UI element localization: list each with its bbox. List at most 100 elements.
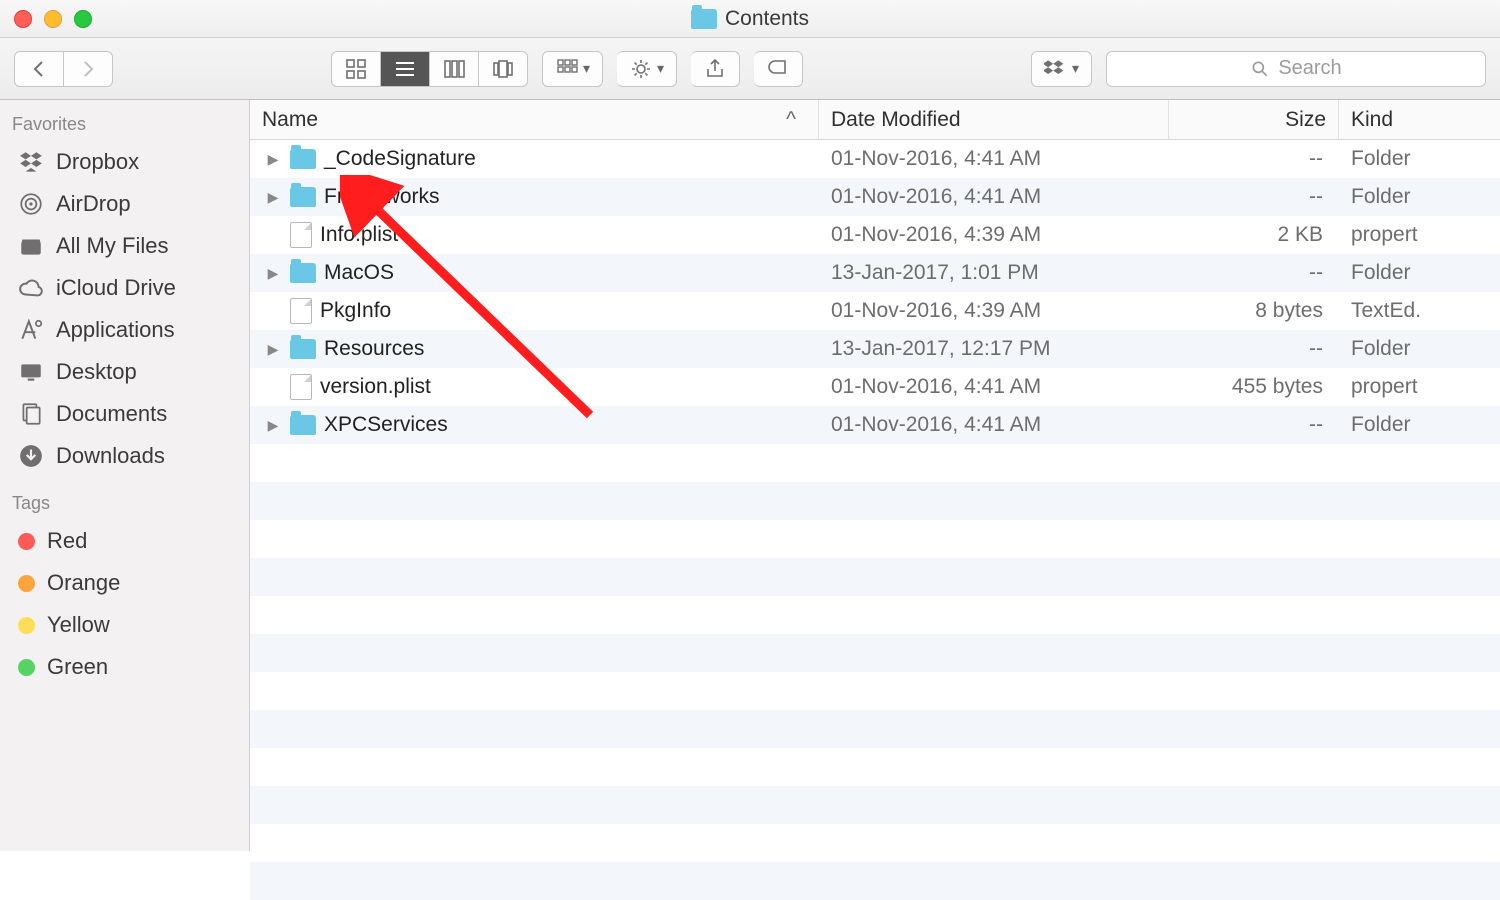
coverflow-view-button[interactable] <box>479 51 528 87</box>
close-window-button[interactable] <box>14 10 32 28</box>
disclosure-triangle-icon[interactable]: ▶ <box>264 151 282 168</box>
file-row[interactable]: version.plist01-Nov-2016, 4:41 AM455 byt… <box>250 368 1500 406</box>
empty-row <box>250 520 1500 558</box>
file-row[interactable]: ▶Resources13-Jan-2017, 12:17 PM--Folder <box>250 330 1500 368</box>
cell-kind: Folder <box>1339 413 1500 437</box>
tag-dot-icon <box>18 575 35 592</box>
cell-size: -- <box>1169 261 1339 285</box>
cell-size: -- <box>1169 185 1339 209</box>
toolbar: Search <box>0 38 1500 100</box>
file-icon <box>290 298 312 324</box>
column-header-name[interactable]: Name ^ <box>250 100 819 139</box>
tag-label: Yellow <box>47 612 110 638</box>
sidebar-item-documents[interactable]: Documents <box>0 393 249 435</box>
window-title: Contents <box>691 7 809 31</box>
tag-label: Red <box>47 528 87 554</box>
cell-name: Info.plist <box>250 222 819 248</box>
cell-size: -- <box>1169 413 1339 437</box>
folder-icon <box>290 187 316 207</box>
sidebar-item-label: Applications <box>56 317 175 343</box>
documents-icon <box>18 401 44 427</box>
list-view-button[interactable] <box>381 51 430 87</box>
search-field[interactable]: Search <box>1106 51 1486 87</box>
dropbox-toolbar-button[interactable] <box>1031 51 1092 87</box>
downloads-icon <box>18 443 44 469</box>
back-button[interactable] <box>14 51 64 87</box>
forward-button[interactable] <box>64 51 113 87</box>
tags-button[interactable] <box>754 51 803 87</box>
file-row[interactable]: Info.plist01-Nov-2016, 4:39 AM2 KBproper… <box>250 216 1500 254</box>
cell-size: 455 bytes <box>1169 375 1339 399</box>
tag-label: Green <box>47 654 108 680</box>
folder-icon <box>290 263 316 283</box>
cell-kind: propert <box>1339 375 1500 399</box>
sidebar-item-desktop[interactable]: Desktop <box>0 351 249 393</box>
maximize-window-button[interactable] <box>74 10 92 28</box>
file-row[interactable]: ▶_CodeSignature01-Nov-2016, 4:41 AM--Fol… <box>250 140 1500 178</box>
action-button[interactable] <box>617 51 677 87</box>
empty-row <box>250 786 1500 824</box>
cell-date: 01-Nov-2016, 4:39 AM <box>819 223 1169 247</box>
sidebar-item-applications[interactable]: Applications <box>0 309 249 351</box>
cell-name: ▶ XPCServices <box>250 413 819 437</box>
cell-name: ▶ _CodeSignature <box>250 147 819 171</box>
folder-icon <box>290 339 316 359</box>
sidebar-tag-red[interactable]: Red <box>0 520 249 562</box>
cell-kind: Folder <box>1339 147 1500 171</box>
sidebar-tag-yellow[interactable]: Yellow <box>0 604 249 646</box>
column-header-date[interactable]: Date Modified <box>819 100 1169 139</box>
window-title-text: Contents <box>725 7 809 31</box>
icon-view-button[interactable] <box>331 51 381 87</box>
tag-dot-icon <box>18 659 35 676</box>
sidebar-item-label: Downloads <box>56 443 165 469</box>
minimize-window-button[interactable] <box>44 10 62 28</box>
file-name: PkgInfo <box>320 299 391 323</box>
empty-row <box>250 824 1500 862</box>
file-row[interactable]: ▶Frameworks01-Nov-2016, 4:41 AM--Folder <box>250 178 1500 216</box>
file-icon <box>290 222 312 248</box>
cell-date: 01-Nov-2016, 4:41 AM <box>819 413 1169 437</box>
file-row[interactable]: PkgInfo01-Nov-2016, 4:39 AM8 bytesTextEd… <box>250 292 1500 330</box>
main-content: Favorites Dropbox AirDrop All My Files i… <box>0 100 1500 851</box>
sidebar-tag-green[interactable]: Green <box>0 646 249 688</box>
sidebar-item-all-my-files[interactable]: All My Files <box>0 225 249 267</box>
all-my-files-icon <box>18 233 44 259</box>
cell-name: ▶ Resources <box>250 337 819 361</box>
cell-date: 01-Nov-2016, 4:39 AM <box>819 299 1169 323</box>
applications-icon <box>18 317 44 343</box>
cell-size: 8 bytes <box>1169 299 1339 323</box>
disclosure-triangle-icon[interactable]: ▶ <box>264 341 282 358</box>
disclosure-triangle-icon[interactable]: ▶ <box>264 265 282 282</box>
sidebar-item-label: Dropbox <box>56 149 139 175</box>
arrange-button[interactable] <box>542 51 603 87</box>
file-row[interactable]: ▶MacOS13-Jan-2017, 1:01 PM--Folder <box>250 254 1500 292</box>
column-header-size[interactable]: Size <box>1169 100 1339 139</box>
sidebar-item-label: All My Files <box>56 233 168 259</box>
column-view-button[interactable] <box>430 51 479 87</box>
file-row[interactable]: ▶ XPCServices 01-Nov-2016, 4:41 AM--Folder <box>250 406 1500 444</box>
file-rows: ▶_CodeSignature01-Nov-2016, 4:41 AM--Fol… <box>250 140 1500 900</box>
sidebar-item-downloads[interactable]: Downloads <box>0 435 249 477</box>
file-name: _CodeSignature <box>324 147 476 171</box>
disclosure-triangle-icon[interactable]: ▶ <box>264 189 282 206</box>
dropbox-icon <box>18 149 44 175</box>
window-controls <box>0 10 92 28</box>
share-button[interactable] <box>691 51 740 87</box>
sidebar-item-icloud[interactable]: iCloud Drive <box>0 267 249 309</box>
sidebar-item-dropbox[interactable]: Dropbox <box>0 141 249 183</box>
tag-label: Orange <box>47 570 120 596</box>
empty-row <box>250 444 1500 482</box>
folder-icon <box>290 149 316 169</box>
column-header-kind[interactable]: Kind <box>1339 100 1500 139</box>
cell-name: version.plist <box>250 374 819 400</box>
empty-row <box>250 672 1500 710</box>
empty-row <box>250 558 1500 596</box>
file-name: Frameworks <box>324 185 440 209</box>
file-icon <box>290 374 312 400</box>
file-name: XPCServices <box>324 413 448 437</box>
sidebar-item-airdrop[interactable]: AirDrop <box>0 183 249 225</box>
sidebar-item-label: AirDrop <box>56 191 131 217</box>
disclosure-triangle-icon[interactable]: ▶ <box>264 417 282 434</box>
file-name: Resources <box>324 337 424 361</box>
sidebar-tag-orange[interactable]: Orange <box>0 562 249 604</box>
